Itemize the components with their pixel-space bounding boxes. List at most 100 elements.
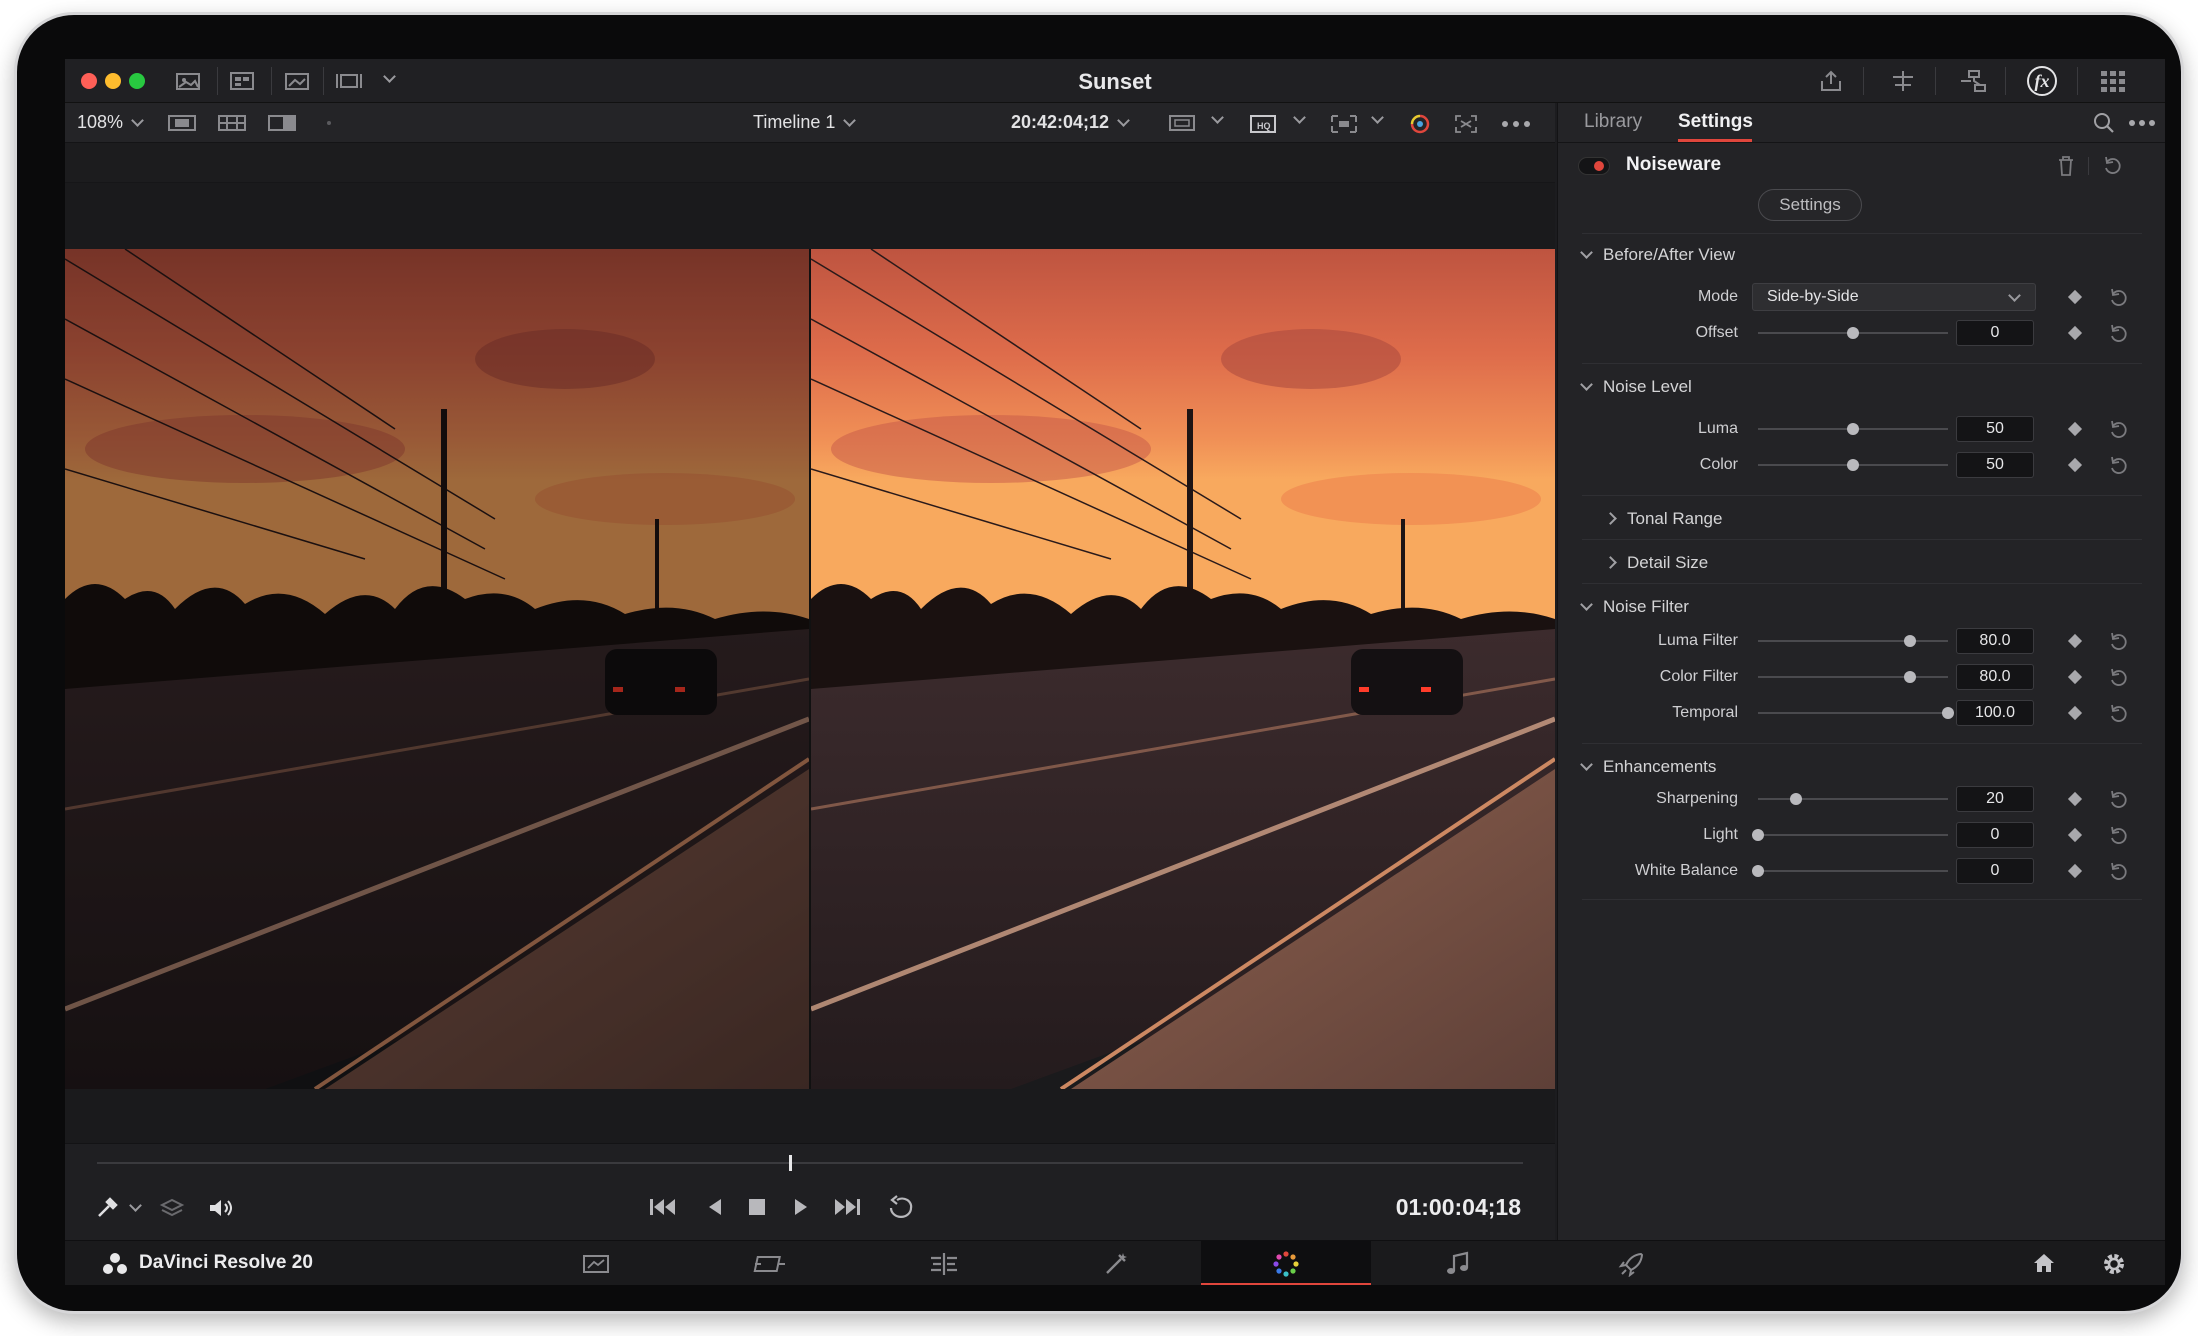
zoom-select[interactable]: 108% — [77, 112, 144, 133]
source-timecode[interactable]: 20:42:04;12 — [1011, 112, 1130, 133]
section-enhancements[interactable]: Enhancements — [1580, 757, 1716, 777]
home-icon[interactable] — [2031, 1251, 2057, 1275]
reverse-play-icon[interactable] — [703, 1194, 727, 1220]
temporal-slider[interactable] — [1758, 707, 1954, 719]
keyframe-diamond-icon[interactable] — [2067, 863, 2083, 879]
settings-button[interactable]: Settings — [1758, 189, 1862, 221]
skip-to-start-icon[interactable] — [647, 1194, 679, 1220]
audio-volume-icon[interactable] — [207, 1196, 235, 1220]
section-noise-level[interactable]: Noise Level — [1580, 377, 1692, 397]
keyframe-diamond-icon[interactable] — [2067, 633, 2083, 649]
offset-value-field[interactable]: 0 — [1956, 320, 2034, 346]
color-filter-value-field[interactable]: 80.0 — [1956, 664, 2034, 690]
color-loop-icon[interactable] — [1405, 113, 1435, 135]
loop-icon[interactable] — [885, 1194, 917, 1220]
luma-value-field[interactable]: 50 — [1956, 416, 2034, 442]
slider-knob[interactable] — [1904, 671, 1916, 683]
tab-settings[interactable]: Settings — [1678, 111, 1753, 133]
offset-slider[interactable] — [1758, 327, 1948, 339]
reset-icon[interactable] — [2108, 789, 2130, 811]
fusion-icon[interactable] — [1101, 1251, 1131, 1277]
reset-icon[interactable] — [2108, 419, 2130, 441]
play-icon[interactable] — [789, 1194, 813, 1220]
color-slider[interactable] — [1758, 459, 1948, 471]
light-slider[interactable] — [1752, 829, 1948, 841]
safe-area-chevron-icon[interactable] — [1363, 111, 1384, 130]
single-viewer-icon[interactable] — [167, 113, 197, 133]
reset-icon[interactable] — [2108, 861, 2130, 883]
sharpening-value-field[interactable]: 20 — [1956, 786, 2034, 812]
temporal-value-field[interactable]: 100.0 — [1956, 700, 2034, 726]
reset-icon[interactable] — [2108, 825, 2130, 847]
skip-to-end-icon[interactable] — [831, 1194, 863, 1220]
eyedropper-icon[interactable] — [95, 1196, 121, 1220]
playhead[interactable] — [788, 1155, 792, 1171]
light-value-field[interactable]: 0 — [1956, 822, 2034, 848]
slider-knob[interactable] — [1752, 865, 1764, 877]
mode-select[interactable]: Side-by-Side — [1752, 283, 2036, 311]
reset-icon[interactable] — [2108, 667, 2130, 689]
effect-reset-icon[interactable] — [2102, 155, 2124, 177]
sharpening-slider[interactable] — [1758, 793, 1948, 805]
after-video-frame[interactable] — [811, 249, 1555, 1089]
fullscreen-icon[interactable] — [1453, 113, 1479, 135]
slider-knob[interactable] — [1752, 829, 1764, 841]
keyframe-diamond-icon[interactable] — [2067, 325, 2083, 341]
before-video-frame[interactable] — [65, 249, 809, 1089]
playback-quality-chevron-icon[interactable] — [1285, 111, 1306, 130]
section-before-after[interactable]: Before/After View — [1580, 245, 1735, 265]
cut-icon[interactable] — [753, 1251, 787, 1277]
luma-slider[interactable] — [1758, 423, 1948, 435]
multi-viewer-icon[interactable] — [217, 113, 247, 133]
stop-icon[interactable] — [745, 1194, 769, 1220]
reset-icon[interactable] — [2108, 323, 2130, 345]
fairlight-icon[interactable] — [1445, 1251, 1473, 1277]
timeline-nodes-icon[interactable] — [1887, 69, 1919, 93]
layers-icon[interactable] — [159, 1196, 185, 1220]
fx-effects-icon[interactable]: fx — [2027, 66, 2057, 96]
color-filter-slider[interactable] — [1758, 671, 1948, 683]
keyframe-diamond-icon[interactable] — [2067, 827, 2083, 843]
reset-icon[interactable] — [2108, 631, 2130, 653]
project-settings-gear-icon[interactable] — [2101, 1251, 2127, 1277]
slider-knob[interactable] — [1790, 793, 1802, 805]
playback-quality-icon[interactable]: HQ — [1249, 113, 1279, 135]
slider-knob[interactable] — [1847, 327, 1859, 339]
section-noise-filter[interactable]: Noise Filter — [1580, 597, 1689, 617]
keyframe-diamond-icon[interactable] — [2067, 457, 2083, 473]
node-graph-icon[interactable] — [1957, 69, 1989, 93]
media-icon[interactable] — [581, 1251, 611, 1277]
keyframe-diamond-icon[interactable] — [2067, 791, 2083, 807]
slider-knob[interactable] — [1942, 707, 1954, 719]
keyframe-diamond-icon[interactable] — [2067, 705, 2083, 721]
slider-knob[interactable] — [1904, 635, 1916, 647]
effect-enable-toggle[interactable] — [1578, 157, 1610, 175]
grid-menu-icon[interactable] — [2097, 69, 2129, 93]
viewer[interactable] — [65, 143, 1555, 1143]
scrubber-track[interactable] — [97, 1155, 1523, 1171]
section-detail-size[interactable]: Detail Size — [1604, 553, 1708, 573]
color-value-field[interactable]: 50 — [1956, 452, 2034, 478]
edit-icon[interactable] — [927, 1251, 961, 1277]
reset-icon[interactable] — [2108, 703, 2130, 725]
record-timecode[interactable]: 01:00:04;18 — [1396, 1194, 1521, 1221]
search-icon[interactable] — [2092, 111, 2116, 135]
viewer-more-icon[interactable] — [1501, 120, 1531, 128]
delete-effect-icon[interactable] — [2056, 155, 2076, 177]
white-balance-slider[interactable] — [1752, 865, 1948, 877]
luma-filter-slider[interactable] — [1758, 635, 1948, 647]
keyframe-diamond-icon[interactable] — [2067, 669, 2083, 685]
slider-knob[interactable] — [1847, 423, 1859, 435]
viewer-size-icon[interactable] — [1167, 113, 1197, 133]
reset-icon[interactable] — [2108, 287, 2130, 309]
section-tonal-range[interactable]: Tonal Range — [1604, 509, 1722, 529]
deliver-icon[interactable] — [1617, 1251, 1647, 1277]
safe-area-icon[interactable] — [1329, 113, 1359, 135]
white-balance-value-field[interactable]: 0 — [1956, 858, 2034, 884]
slider-knob[interactable] — [1847, 459, 1859, 471]
keyframe-diamond-icon[interactable] — [2067, 421, 2083, 437]
eyedropper-chevron-icon[interactable] — [121, 1199, 142, 1218]
timeline-select[interactable]: Timeline 1 — [753, 112, 857, 133]
tab-library[interactable]: Library — [1584, 111, 1642, 133]
reset-icon[interactable] — [2108, 455, 2130, 477]
